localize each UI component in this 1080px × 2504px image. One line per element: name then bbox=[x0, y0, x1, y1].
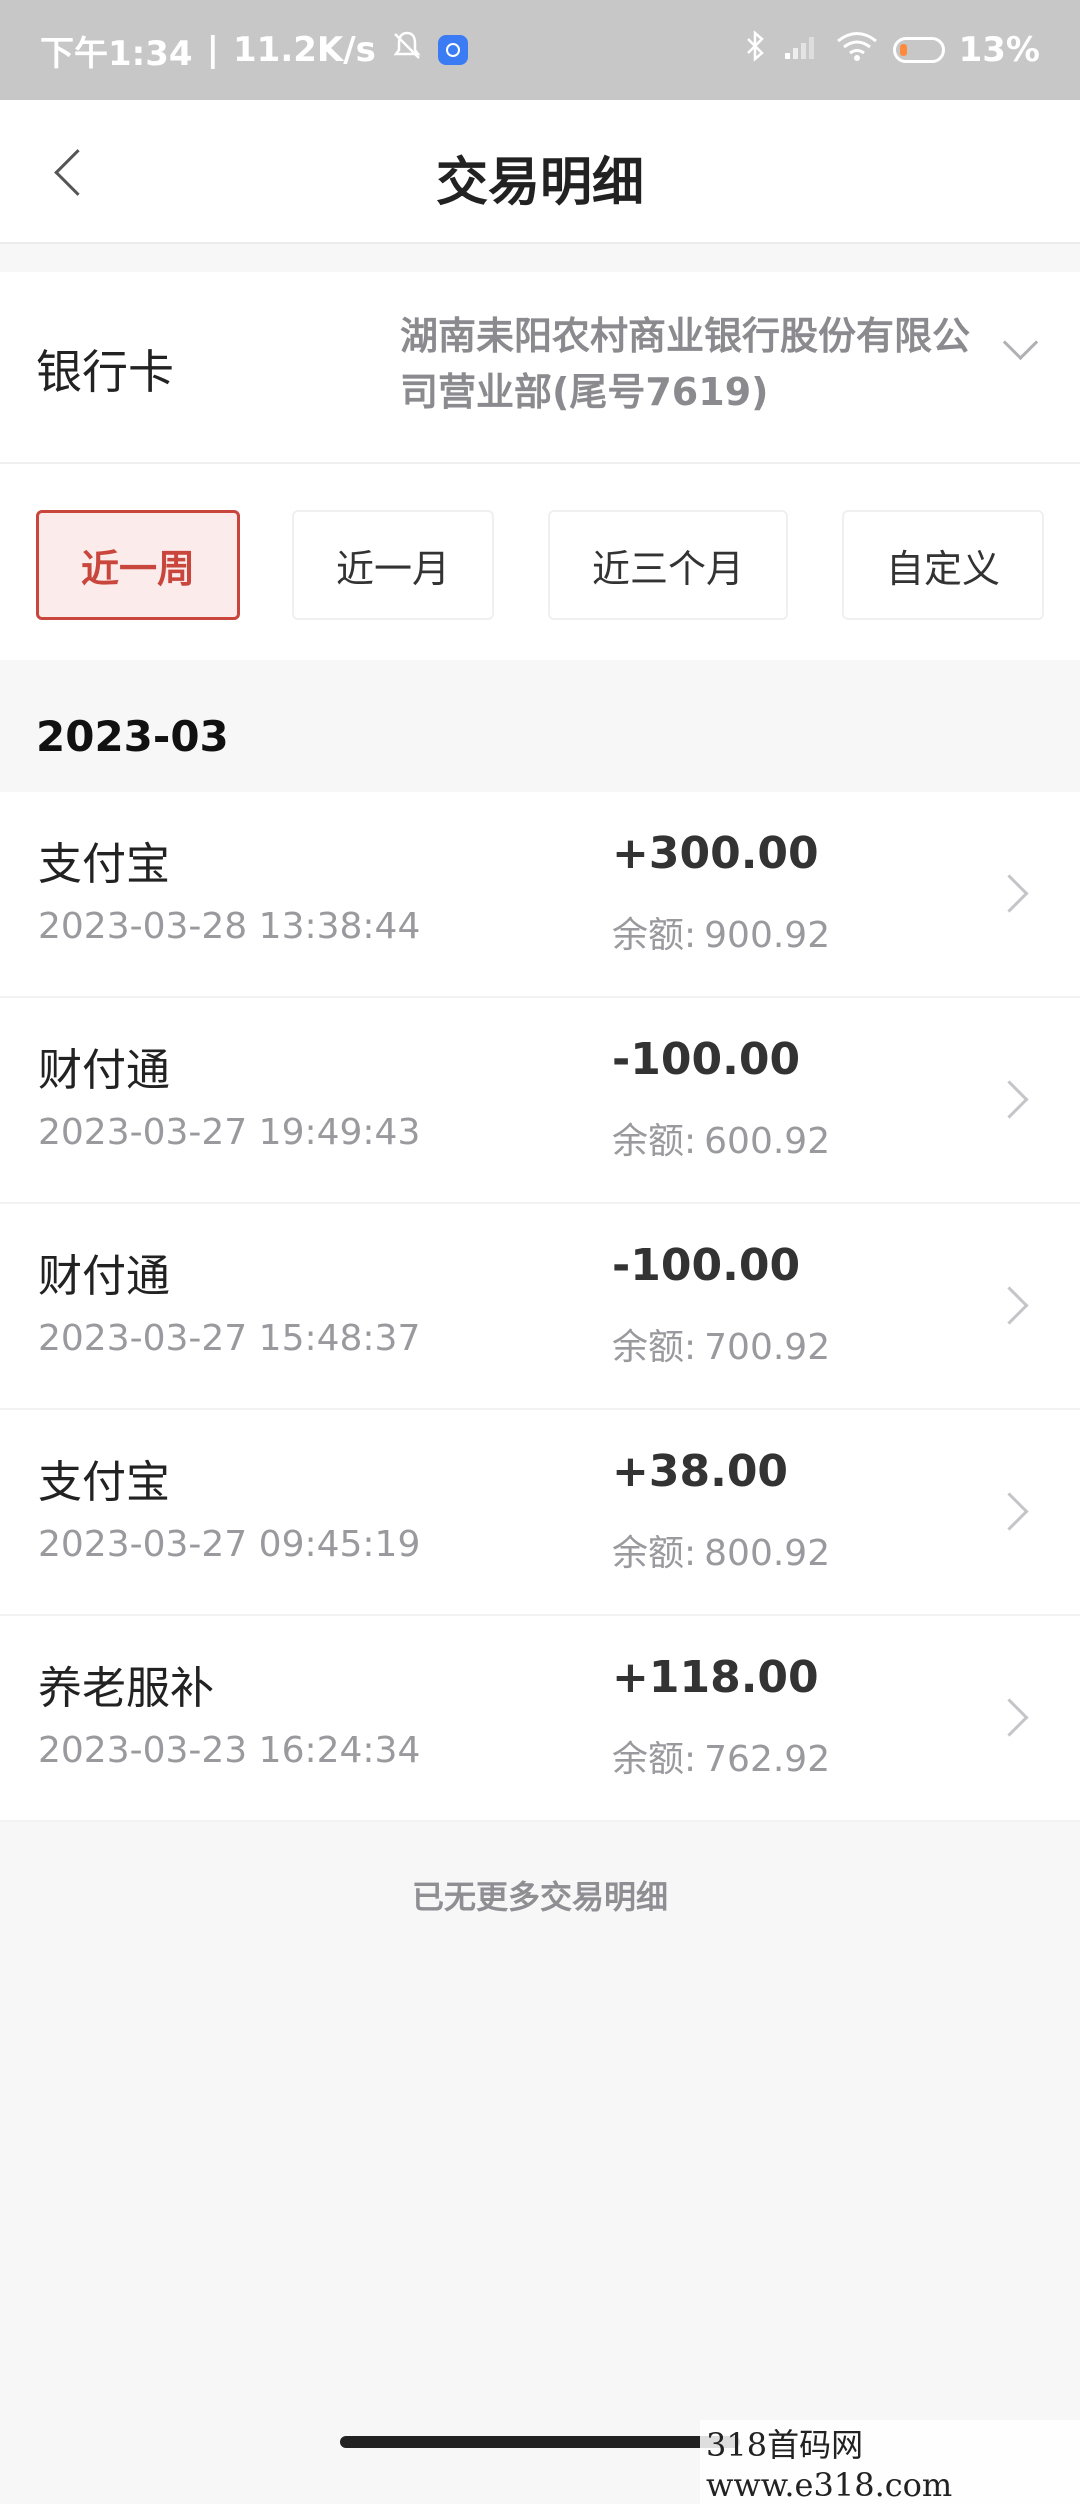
transaction-amount: +118.00 bbox=[612, 1652, 819, 1703]
watermark: 318首码网 www.e318.com bbox=[700, 2420, 1080, 2504]
wifi-icon bbox=[835, 30, 879, 71]
balance-label: 余额: bbox=[612, 1327, 697, 1368]
status-time: 下午1:34 bbox=[40, 33, 193, 74]
transaction-row[interactable]: 财付通 2023-03-27 15:48:37 -100.00 余额: 700.9… bbox=[0, 1204, 1080, 1410]
filter-last-three-months[interactable]: 近三个月 bbox=[548, 510, 788, 620]
date-filter-bar: 近一周 近一月 近三个月 自定义 bbox=[0, 464, 1080, 660]
bluetooth-icon bbox=[743, 29, 769, 72]
transaction-time: 2023-03-27 15:48:37 bbox=[38, 1318, 421, 1359]
no-more-transactions-text: 已无更多交易明细 bbox=[411, 1878, 668, 1916]
balance-label: 余额: bbox=[612, 1739, 697, 1780]
chevron-right-icon bbox=[990, 1286, 1029, 1325]
transaction-row[interactable]: 养老服补 2023-03-23 16:24:34 +118.00 余额: 762.… bbox=[0, 1616, 1080, 1822]
bell-off-icon bbox=[390, 29, 424, 72]
chevron-right-icon bbox=[990, 1698, 1029, 1737]
balance-value: 700.92 bbox=[704, 1327, 831, 1368]
balance-value: 762.92 bbox=[704, 1739, 831, 1780]
filter-last-month[interactable]: 近一月 bbox=[292, 510, 494, 620]
transaction-time: 2023-03-27 19:49:43 bbox=[38, 1112, 421, 1153]
battery-icon bbox=[892, 37, 945, 63]
transaction-row[interactable]: 支付宝 2023-03-28 13:38:44 +300.00 余额: 900.9… bbox=[0, 792, 1080, 998]
transaction-amount: +300.00 bbox=[612, 828, 819, 879]
bank-card-dropdown[interactable] bbox=[1000, 324, 1040, 370]
home-indicator[interactable] bbox=[340, 2436, 740, 2448]
transaction-time: 2023-03-28 13:38:44 bbox=[38, 906, 421, 947]
status-network-speed: 11.2K/s bbox=[233, 30, 376, 70]
transaction-time: 2023-03-23 16:24:34 bbox=[38, 1730, 421, 1771]
balance-label: 余额: bbox=[612, 915, 697, 956]
transaction-row[interactable]: 财付通 2023-03-27 19:49:43 -100.00 余额: 600.9… bbox=[0, 998, 1080, 1204]
filter-last-week[interactable]: 近一周 bbox=[36, 510, 240, 620]
transaction-name: 养老服补 bbox=[38, 1663, 214, 1714]
transaction-balance: 余额: 700.92 bbox=[612, 1318, 830, 1370]
transaction-amount: +38.00 bbox=[612, 1446, 789, 1497]
balance-value: 900.92 bbox=[704, 915, 831, 956]
status-divider: | bbox=[206, 30, 219, 70]
transaction-time: 2023-03-27 09:45:19 bbox=[38, 1524, 421, 1565]
transaction-balance: 余额: 800.92 bbox=[612, 1524, 830, 1576]
transaction-balance: 余额: 900.92 bbox=[612, 906, 830, 958]
battery-percentage: 13% bbox=[958, 30, 1040, 70]
transaction-balance: 余额: 762.92 bbox=[612, 1730, 830, 1782]
app-notification-icon bbox=[437, 35, 468, 65]
transaction-amount: -100.00 bbox=[612, 1240, 801, 1291]
balance-value: 600.92 bbox=[704, 1121, 831, 1162]
bank-card-selector[interactable]: 银行卡 湖南耒阳农村商业银行股份有限公司营业部(尾号7619) bbox=[0, 272, 1080, 464]
bank-card-label: 银行卡 bbox=[36, 345, 174, 399]
transaction-balance: 余额: 600.92 bbox=[612, 1112, 830, 1164]
transaction-name: 支付宝 bbox=[38, 1457, 170, 1508]
transaction-name: 支付宝 bbox=[38, 839, 170, 890]
chevron-right-icon bbox=[990, 1492, 1029, 1531]
status-right: 13% bbox=[743, 29, 1040, 72]
status-left: 下午1:34 | 11.2K/s bbox=[40, 26, 468, 75]
chevron-down-icon bbox=[1002, 324, 1038, 361]
balance-label: 余额: bbox=[612, 1121, 697, 1162]
transaction-name: 财付通 bbox=[38, 1251, 170, 1302]
page-title: 交易明细 bbox=[435, 153, 644, 213]
navigation-bar: 交易明细 bbox=[0, 100, 1080, 244]
transaction-amount: -100.00 bbox=[612, 1034, 801, 1085]
transaction-name: 财付通 bbox=[38, 1045, 170, 1096]
signal-icon bbox=[783, 30, 821, 70]
chevron-right-icon bbox=[990, 874, 1029, 913]
bank-card-value: 湖南耒阳农村商业银行股份有限公司营业部(尾号7619) bbox=[400, 314, 971, 414]
transaction-list: 支付宝 2023-03-28 13:38:44 +300.00 余额: 900.9… bbox=[0, 792, 1080, 1822]
balance-value: 800.92 bbox=[704, 1533, 831, 1574]
transaction-row[interactable]: 支付宝 2023-03-27 09:45:19 +38.00 余额: 800.92 bbox=[0, 1410, 1080, 1616]
chevron-right-icon bbox=[990, 1080, 1029, 1119]
month-header: 2023-03 bbox=[36, 712, 229, 761]
filter-custom[interactable]: 自定义 bbox=[842, 510, 1044, 620]
balance-label: 余额: bbox=[612, 1533, 697, 1574]
status-bar: 下午1:34 | 11.2K/s 13% bbox=[0, 0, 1080, 100]
